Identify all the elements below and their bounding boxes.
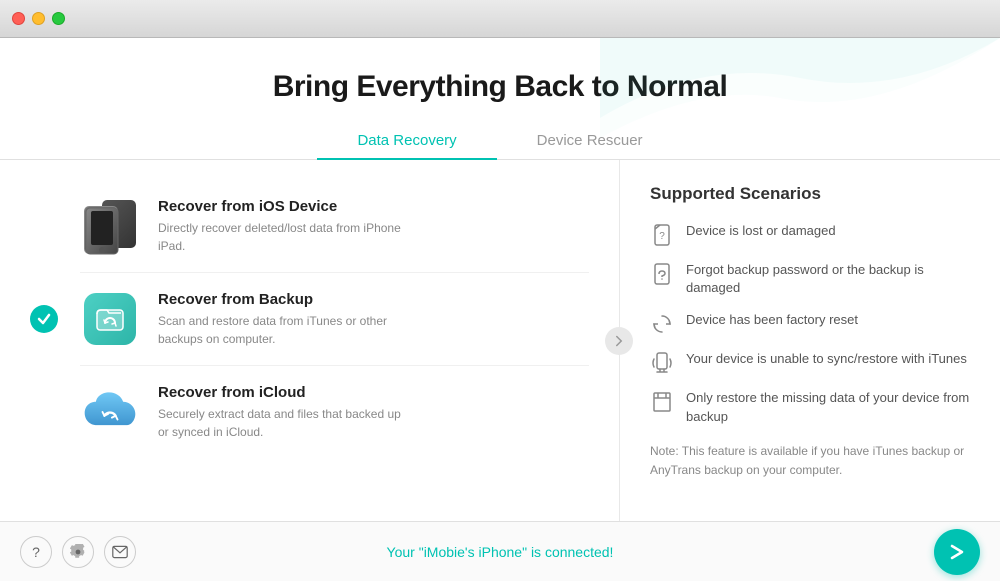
backup-icon bbox=[80, 289, 140, 349]
scenario-missing-text: Only restore the missing data of your de… bbox=[686, 389, 970, 425]
content-area: Recover from iOS Device Directly recover… bbox=[0, 160, 1000, 521]
scenario-factory-text: Device has been factory reset bbox=[686, 311, 858, 329]
scenario-forgot-password: Forgot backup password or the backup is … bbox=[650, 261, 970, 297]
backup-option-text: Recover from Backup Scan and restore dat… bbox=[158, 291, 408, 348]
recovery-option-ios[interactable]: Recover from iOS Device Directly recover… bbox=[80, 180, 589, 272]
right-panel: Supported Scenarios ? Device is lost or … bbox=[620, 160, 1000, 521]
help-button[interactable]: ? bbox=[20, 536, 52, 568]
ios-device-icon bbox=[80, 196, 140, 256]
arrow-right-icon bbox=[947, 542, 967, 562]
gear-icon bbox=[70, 544, 86, 560]
forgot-password-icon bbox=[650, 262, 674, 286]
scenario-sync-text: Your device is unable to sync/restore wi… bbox=[686, 350, 967, 368]
backup-option-desc: Scan and restore data from iTunes or oth… bbox=[158, 312, 408, 348]
scenarios-title: Supported Scenarios bbox=[650, 184, 970, 204]
icloud-option-desc: Securely extract data and files that bac… bbox=[158, 405, 408, 441]
minimize-button[interactable] bbox=[32, 12, 45, 25]
settings-button[interactable] bbox=[62, 536, 94, 568]
footer-status: Your "iMobie's iPhone" is connected! bbox=[387, 544, 614, 560]
tab-device-rescuer[interactable]: Device Rescuer bbox=[497, 122, 683, 159]
scenario-missing-data: Only restore the missing data of your de… bbox=[650, 389, 970, 425]
help-icon: ? bbox=[32, 544, 40, 560]
missing-data-icon bbox=[650, 390, 674, 414]
factory-reset-icon bbox=[650, 312, 674, 336]
sync-restore-icon bbox=[650, 351, 674, 375]
mail-icon bbox=[112, 545, 128, 559]
title-bar bbox=[0, 0, 1000, 38]
header: Bring Everything Back to Normal bbox=[0, 38, 1000, 104]
next-button[interactable] bbox=[934, 529, 980, 575]
footer-left-icons: ? bbox=[20, 536, 136, 568]
icloud-icon bbox=[80, 382, 140, 442]
ios-option-title: Recover from iOS Device bbox=[158, 198, 408, 215]
traffic-lights bbox=[12, 12, 65, 25]
icloud-option-title: Recover from iCloud bbox=[158, 384, 408, 401]
status-text: Your "iMobie's iPhone" is connected! bbox=[387, 544, 614, 560]
mail-button[interactable] bbox=[104, 536, 136, 568]
recovery-option-icloud[interactable]: Recover from iCloud Securely extract dat… bbox=[80, 365, 589, 458]
main-container: Bring Everything Back to Normal Data Rec… bbox=[0, 38, 1000, 581]
footer: ? Your "iMobie's iPhone" is connected! bbox=[0, 521, 1000, 581]
icloud-option-text: Recover from iCloud Securely extract dat… bbox=[158, 384, 408, 441]
ios-option-text: Recover from iOS Device Directly recover… bbox=[158, 198, 408, 255]
maximize-button[interactable] bbox=[52, 12, 65, 25]
panel-chevron bbox=[605, 327, 633, 355]
scenario-forgot-text: Forgot backup password or the backup is … bbox=[686, 261, 970, 297]
scenario-lost-damaged: ? Device is lost or damaged bbox=[650, 222, 970, 247]
lost-damaged-icon: ? bbox=[650, 223, 674, 247]
note-text: Note: This feature is available if you h… bbox=[650, 442, 970, 480]
scenario-lost-text: Device is lost or damaged bbox=[686, 222, 836, 240]
scenario-sync-restore: Your device is unable to sync/restore wi… bbox=[650, 350, 970, 375]
ios-option-desc: Directly recover deleted/lost data from … bbox=[158, 219, 408, 255]
page-title: Bring Everything Back to Normal bbox=[0, 70, 1000, 104]
svg-text:?: ? bbox=[659, 231, 665, 242]
left-panel: Recover from iOS Device Directly recover… bbox=[0, 160, 620, 521]
tab-data-recovery[interactable]: Data Recovery bbox=[317, 122, 496, 159]
close-button[interactable] bbox=[12, 12, 25, 25]
recovery-option-backup[interactable]: Recover from Backup Scan and restore dat… bbox=[80, 272, 589, 365]
backup-option-title: Recover from Backup bbox=[158, 291, 408, 308]
tabs-container: Data Recovery Device Rescuer bbox=[0, 122, 1000, 160]
scenario-factory-reset: Device has been factory reset bbox=[650, 311, 970, 336]
selected-indicator bbox=[30, 305, 58, 333]
